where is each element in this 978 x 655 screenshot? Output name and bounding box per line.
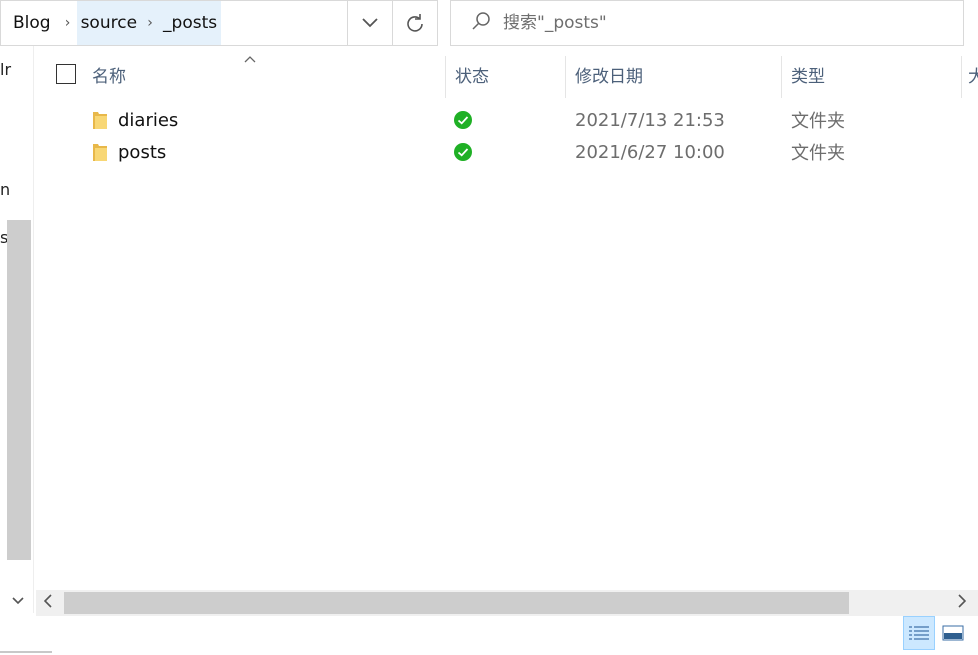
sync-status-ok-icon (454, 143, 472, 161)
refresh-icon[interactable] (392, 1, 437, 45)
large-icons-view-icon[interactable] (937, 616, 969, 650)
search-icon (471, 11, 491, 35)
breadcrumb-separator-icon[interactable]: › (141, 1, 160, 45)
column-header-status[interactable]: 状态 (455, 50, 489, 98)
scroll-right-arrow-icon[interactable] (958, 594, 967, 612)
search-input[interactable] (503, 13, 943, 33)
address-bar[interactable]: Blog › source › _posts (0, 0, 438, 46)
chevron-down-icon[interactable] (347, 1, 392, 45)
file-modified-date: 2021/6/27 10:00 (575, 141, 725, 163)
column-header-type[interactable]: 类型 (791, 50, 825, 98)
column-divider[interactable] (445, 56, 446, 98)
column-divider[interactable] (781, 56, 782, 98)
file-modified-date: 2021/7/13 21:53 (575, 109, 725, 131)
scroll-left-arrow-icon[interactable] (43, 594, 52, 612)
column-header-size[interactable]: 大 (968, 50, 978, 98)
scroll-down-arrow-icon[interactable] (12, 594, 24, 608)
details-view-icon[interactable] (903, 616, 935, 650)
column-header-row: 名称 状态 修改日期 类型 大 (36, 50, 978, 98)
sort-ascending-icon (244, 52, 256, 66)
folder-icon (92, 142, 108, 162)
breadcrumb-separator-icon[interactable]: › (59, 1, 77, 45)
select-all-checkbox[interactable] (56, 64, 76, 84)
file-row[interactable]: posts 2021/6/27 10:00 文件夹 (36, 136, 976, 168)
scrollbar-thumb[interactable] (64, 592, 849, 614)
breadcrumb-item-source[interactable]: source (76, 1, 142, 45)
breadcrumb-item-posts[interactable]: _posts (159, 1, 222, 45)
column-header-modified[interactable]: 修改日期 (575, 50, 643, 98)
navigation-pane-scrollbar[interactable] (6, 46, 32, 613)
horizontal-scrollbar[interactable] (36, 590, 978, 616)
divider (0, 651, 52, 653)
scrollbar-thumb[interactable] (7, 220, 31, 560)
folder-icon (92, 110, 108, 130)
file-type: 文件夹 (791, 111, 845, 132)
status-bar (0, 616, 978, 655)
file-type: 文件夹 (791, 143, 845, 164)
sync-status-ok-icon (454, 111, 472, 129)
file-explorer-window: Blog › source › _posts lr n s (0, 0, 978, 655)
column-divider[interactable] (961, 56, 962, 98)
column-divider[interactable] (565, 56, 566, 98)
file-row[interactable]: diaries 2021/7/13 21:53 文件夹 (36, 104, 976, 136)
breadcrumb-item-blog[interactable]: Blog (1, 1, 59, 45)
file-name[interactable]: posts (118, 136, 166, 168)
search-box[interactable] (450, 0, 964, 46)
file-name[interactable]: diaries (118, 104, 178, 136)
column-header-name[interactable]: 名称 (92, 50, 126, 98)
